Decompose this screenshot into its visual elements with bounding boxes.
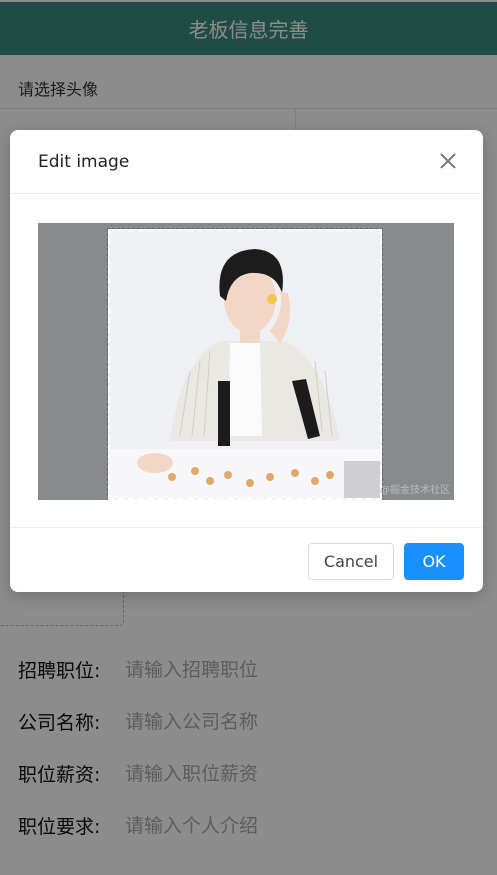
close-icon[interactable] (437, 150, 459, 172)
modal-title: Edit image (38, 152, 130, 172)
modal-footer: Cancel OK (10, 527, 483, 592)
cancel-button[interactable]: Cancel (308, 543, 394, 580)
ok-button[interactable]: OK (404, 543, 464, 580)
image-crop-area[interactable]: @掘金技术社区 (38, 223, 454, 500)
watermark: @掘金技术社区 (380, 485, 450, 496)
crop-box[interactable] (107, 228, 383, 500)
modal-header: Edit image (10, 130, 483, 194)
edit-image-modal: Edit image @掘金技术社区 Cancel OK (10, 130, 483, 592)
avatar-photo (110, 231, 380, 498)
